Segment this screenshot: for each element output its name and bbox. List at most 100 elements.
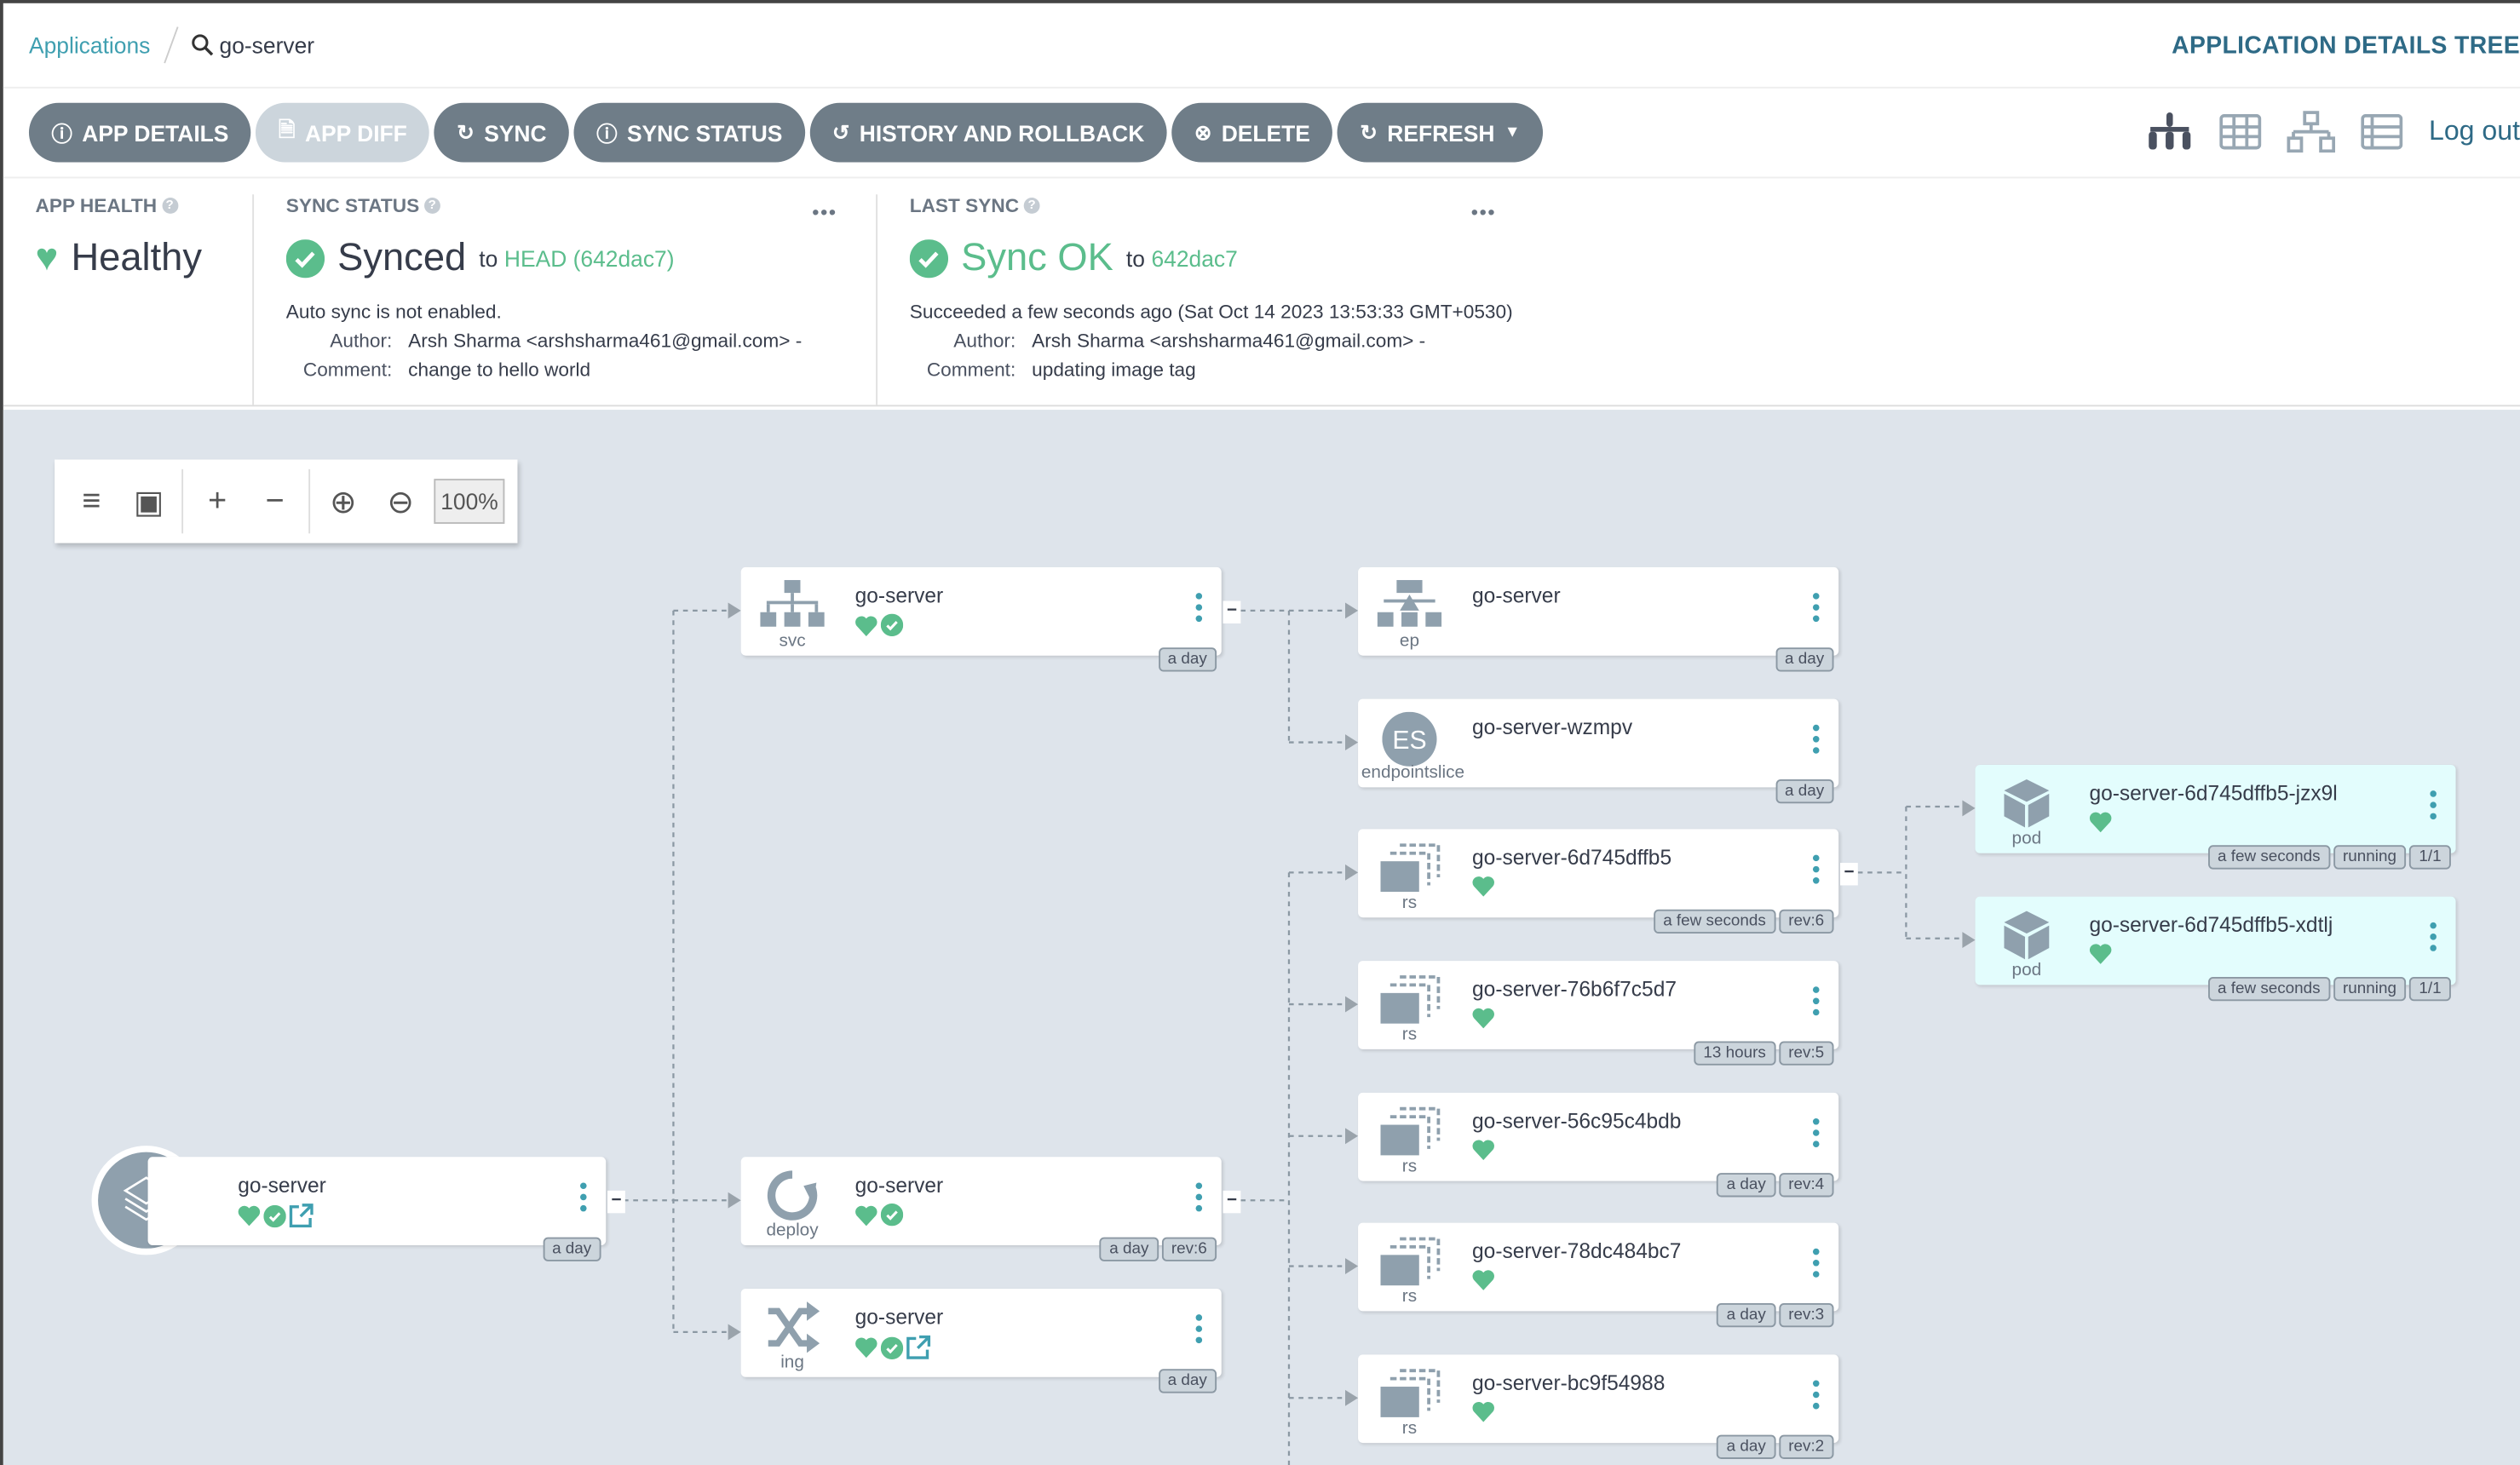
node-menu-icon[interactable] — [1195, 1182, 1203, 1212]
replicaset-icon — [1378, 974, 1441, 1025]
heart-icon — [855, 1337, 877, 1359]
node-tag: a day — [1717, 1173, 1776, 1198]
node-tag: rev:2 — [1778, 1434, 1834, 1459]
fit-screen-icon[interactable]: ▣ — [125, 475, 173, 526]
external-link-icon[interactable] — [289, 1204, 314, 1228]
node-menu-icon[interactable] — [1812, 1248, 1820, 1278]
node-tags: 13 hours rev:5 — [1694, 1041, 1834, 1066]
node-tag: rev:5 — [1778, 1041, 1834, 1066]
node-tags: a day — [1775, 778, 1834, 804]
node-kind: ing — [780, 1353, 804, 1373]
rs-node[interactable]: rs go-server-6d745dffb5 a few seconds rev:6… — [1358, 829, 1858, 934]
collapse-toggle[interactable]: − — [1223, 600, 1241, 623]
collapse-toggle[interactable]: − — [1223, 1190, 1241, 1214]
endpointslice-node[interactable]: ES endpointslice go-server-wzmpv a day — [1358, 698, 1839, 804]
node-tags: a few seconds rev:6 — [1653, 909, 1834, 934]
application-node[interactable]: go-server a day − — [147, 1157, 625, 1261]
heart-icon — [855, 1204, 877, 1226]
node-status — [855, 1335, 931, 1359]
node-tags: a day rev:2 — [1717, 1434, 1834, 1459]
replicaset-icon — [1378, 1236, 1441, 1287]
node-tag: rev:6 — [1161, 1237, 1217, 1261]
node-kind: pod — [2011, 829, 2042, 849]
node-name: go-server — [1472, 583, 1561, 608]
pod-node[interactable]: pod go-server-6d745dffb5-xdtlj a few secon… — [1975, 896, 2456, 1002]
node-menu-icon[interactable] — [1812, 593, 1820, 623]
node-status — [1472, 1140, 1494, 1161]
replicaset-icon — [1378, 1367, 1441, 1418]
node-tag: rev:4 — [1778, 1173, 1834, 1198]
synced-check-icon — [880, 613, 904, 637]
node-tags: a day — [1775, 647, 1834, 672]
node-status — [855, 1203, 904, 1227]
divider — [181, 468, 184, 534]
node-tag: a day — [1717, 1434, 1776, 1459]
node-menu-icon[interactable] — [1812, 986, 1820, 1016]
edge — [623, 609, 730, 1334]
collapse-toggle[interactable]: − — [607, 1190, 625, 1214]
node-tag: a few seconds — [2207, 976, 2330, 1002]
edge-arrow — [1345, 734, 1359, 750]
node-name: go-server — [854, 1304, 944, 1330]
node-menu-icon[interactable] — [2430, 922, 2437, 951]
edge-arrow — [728, 1324, 741, 1341]
collapse-toggle[interactable]: − — [1840, 863, 1858, 886]
rs-node[interactable]: rs go-server-56c95c4bdb a day rev:4 — [1358, 1092, 1839, 1198]
node-name: go-server-6d745dffb5 — [1472, 845, 1672, 870]
graph-toolbar: ≡ ▣ + − ⊕ ⊖ 100% — [55, 459, 518, 543]
node-menu-icon[interactable] — [1195, 593, 1203, 623]
resource-tree-canvas[interactable]: ≡ ▣ + − ⊕ ⊖ 100% go-server a day − svc go-se… — [3, 410, 2520, 1465]
node-tag: rev:3 — [1778, 1302, 1834, 1328]
edge-arrow — [1345, 602, 1359, 619]
node-menu-icon[interactable] — [1812, 854, 1820, 884]
node-name: go-server-78dc484bc7 — [1472, 1238, 1682, 1263]
replicaset-icon — [1378, 1106, 1441, 1157]
node-tag: a day — [1158, 1369, 1217, 1393]
node-status — [238, 1204, 314, 1228]
ing-node[interactable]: ing go-server a day — [740, 1288, 1222, 1393]
align-left-icon[interactable]: ≡ — [67, 475, 115, 526]
heart-icon — [1472, 1401, 1494, 1422]
synced-check-icon — [880, 1203, 904, 1227]
pod-node[interactable]: pod go-server-6d745dffb5-jzx9l a few secon… — [1975, 764, 2456, 870]
node-name: go-server-6d745dffb5-xdtlj — [2089, 912, 2333, 937]
node-menu-icon[interactable] — [1812, 1118, 1820, 1147]
node-kind: rs — [1401, 1157, 1418, 1176]
edge-arrow — [1962, 932, 1976, 949]
node-kind: rs — [1401, 1287, 1418, 1307]
node-tag: a day — [1717, 1302, 1776, 1328]
node-tags: a day rev:6 — [1099, 1237, 1217, 1261]
node-kind: ep — [1399, 631, 1420, 652]
external-link-icon[interactable] — [906, 1335, 931, 1359]
collapse-icon[interactable]: − — [250, 475, 298, 526]
rs-node[interactable]: rs go-server-76b6f7c5d7 13 hours rev:5 — [1358, 961, 1839, 1066]
edge-arrow — [1345, 864, 1359, 881]
node-menu-icon[interactable] — [580, 1182, 587, 1212]
deploy-node[interactable]: deploy go-server a day rev:6− — [740, 1157, 1241, 1261]
node-name: go-server — [854, 1173, 944, 1198]
edge-arrow — [1345, 1389, 1359, 1406]
node-menu-icon[interactable] — [1812, 1380, 1820, 1410]
edge-arrow — [1345, 1258, 1359, 1274]
rs-node[interactable]: rs go-server-78dc484bc7 a day rev:3 — [1358, 1222, 1839, 1328]
svc-node[interactable]: svc go-server a day − — [740, 566, 1241, 672]
zoom-in-icon[interactable]: ⊕ — [319, 475, 367, 526]
zoom-level[interactable]: 100% — [434, 479, 505, 524]
expand-icon[interactable]: + — [193, 475, 241, 526]
node-menu-icon[interactable] — [1195, 1314, 1203, 1344]
node-tag: 1/1 — [2409, 845, 2451, 870]
node-tag: a day — [542, 1237, 601, 1261]
heart-icon — [2089, 944, 2112, 964]
node-tags: a day — [542, 1237, 601, 1261]
pod-icon — [1994, 778, 2058, 829]
node-tag: running — [2333, 976, 2407, 1002]
edge-arrow — [728, 602, 741, 619]
node-tags: a day — [1158, 647, 1217, 672]
rs-node[interactable]: rs go-server-bc9f54988 a day rev:2 — [1358, 1354, 1839, 1459]
node-menu-icon[interactable] — [2430, 790, 2437, 820]
node-tag: a day — [1158, 647, 1217, 672]
node-tags: a day — [1158, 1369, 1217, 1393]
ep-node[interactable]: ep go-server a day — [1358, 566, 1839, 672]
zoom-out-icon[interactable]: ⊖ — [377, 475, 424, 526]
node-menu-icon[interactable] — [1812, 724, 1820, 754]
